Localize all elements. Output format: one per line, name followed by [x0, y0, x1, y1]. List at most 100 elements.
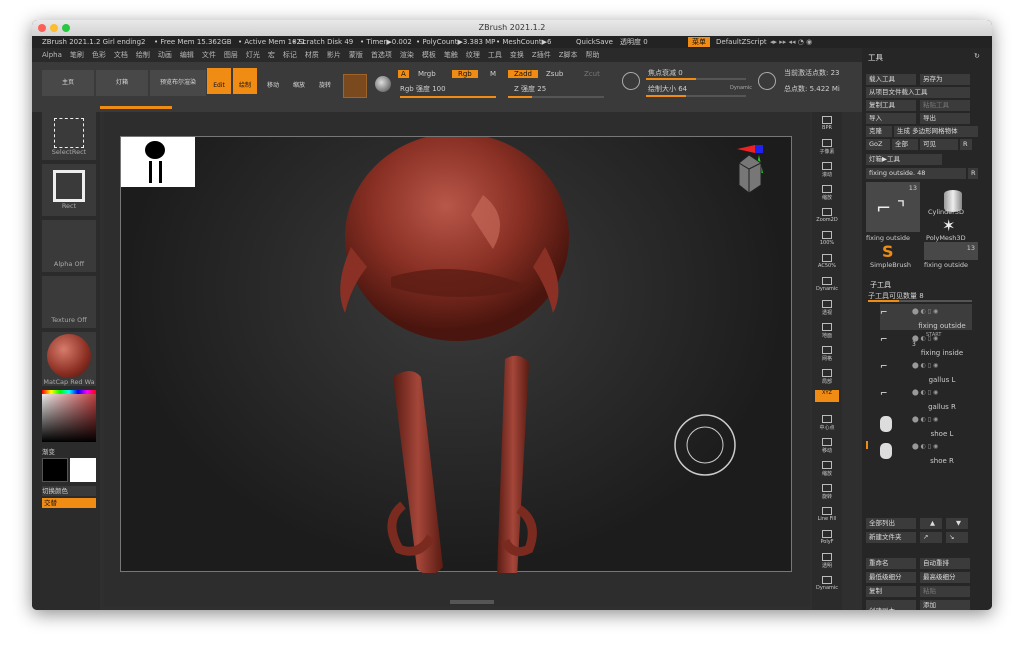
subtool-item-0[interactable]: fixing outside [896, 322, 988, 330]
stroke-icon[interactable] [375, 76, 391, 92]
menu-item-16[interactable]: 渲染 [400, 51, 414, 59]
shelf-button-16[interactable]: 旋转 [815, 482, 839, 506]
menu-item-1[interactable]: 笔刷 [70, 51, 84, 59]
subtool-visibility-icon[interactable]: ⬤ ◐ ▯ ◉ [912, 335, 972, 342]
menu-item-22[interactable]: Z插件 [532, 51, 551, 59]
subtool-visibility-icon[interactable]: ⬤ ◐ ▯ ◉ [912, 362, 972, 369]
subtool-item-4[interactable]: shoe L [896, 430, 988, 438]
m-button[interactable]: M [490, 70, 496, 78]
paste-tool-button[interactable]: 粘贴工具 [920, 100, 970, 111]
subtool-item-5[interactable]: shoe R [896, 457, 988, 465]
paste-button[interactable]: 粘贴 [920, 586, 970, 597]
menu-item-12[interactable]: 材质 [305, 51, 319, 59]
zadd-button[interactable]: Zadd [508, 70, 538, 78]
duplicate-button[interactable]: 复制 [866, 586, 916, 597]
viewport-area[interactable] [120, 136, 792, 573]
subtool-visibility-icon[interactable]: ⬤ ◐ ▯ ◉ [912, 389, 972, 396]
menu-item-23[interactable]: Z脚本 [559, 51, 578, 59]
move-down-button[interactable]: ▼ [946, 518, 968, 529]
append-button[interactable]: 添加 [920, 600, 970, 610]
layout-icons[interactable]: ◂▸ ▸▸ ◂◂ ◔ ◉ [770, 36, 812, 48]
menu-item-5[interactable]: 动画 [158, 51, 172, 59]
close-window-icon[interactable] [38, 24, 46, 32]
subtool-thumb-2[interactable]: ⌐ [880, 362, 892, 378]
shelf-button-3[interactable]: 缩放 [815, 183, 839, 207]
subtool-item-1[interactable]: fixing inside [896, 349, 988, 357]
menu-item-6[interactable]: 编辑 [180, 51, 194, 59]
menu-item-18[interactable]: 笔触 [444, 51, 458, 59]
default-zscript-button[interactable]: DefaultZScript [716, 36, 767, 48]
make-polymesh-button[interactable]: 生成 多边形网格物体 [894, 126, 978, 137]
hue-strip[interactable] [42, 390, 96, 394]
symmetry-icon[interactable] [758, 72, 776, 90]
shelf-button-9[interactable]: 地面 [815, 321, 839, 345]
menu-button[interactable]: 菜单 [688, 37, 710, 47]
menu-item-20[interactable]: 工具 [488, 51, 502, 59]
draw-button[interactable]: 绘制 [233, 68, 257, 94]
goz-r-button[interactable]: R [960, 139, 972, 150]
subtool-thumb-3[interactable]: ⌐ [880, 389, 892, 405]
load-from-project-button[interactable]: 从项目文件载入工具 [866, 87, 970, 98]
tool-thumb-fixing-outside-2[interactable]: 13 [924, 242, 978, 260]
lightbox-button[interactable]: 灯箱 [96, 70, 148, 96]
current-tool-r-button[interactable]: R [968, 168, 978, 179]
shelf-button-8[interactable]: 透视 [815, 298, 839, 322]
subtool-scroll-indicator[interactable] [866, 441, 868, 449]
simplebrush-icon[interactable]: S [882, 242, 894, 261]
move-up-button[interactable]: ▲ [920, 518, 942, 529]
clone-button[interactable]: 克隆 [866, 126, 892, 137]
menu-item-3[interactable]: 文档 [114, 51, 128, 59]
shelf-button-7[interactable]: Dynamic [815, 275, 839, 299]
highest-res-button[interactable]: 最高级细分 [920, 572, 970, 583]
subtool-thumb-0[interactable]: ⌐ [880, 308, 892, 324]
refresh-icon[interactable]: ↻ [974, 52, 980, 60]
menu-item-4[interactable]: 绘制 [136, 51, 150, 59]
save-as-button[interactable]: 另存为 [920, 74, 970, 85]
maximize-window-icon[interactable] [62, 24, 70, 32]
main-color-swatch[interactable] [42, 458, 68, 482]
lightbox-tools-button[interactable]: 灯箱▶工具 [866, 154, 942, 165]
menu-item-0[interactable]: Alpha [42, 51, 62, 59]
goz-button[interactable]: GoZ [866, 139, 890, 150]
shelf-button-13[interactable]: 中心点 [815, 413, 839, 437]
alternate-button[interactable]: 交替 [42, 498, 96, 508]
rename-button[interactable]: 重命名 [866, 558, 916, 569]
current-tool-slider[interactable]: fixing outside. 48 [866, 168, 966, 179]
shelf-button-0[interactable]: BPR [815, 114, 839, 138]
lowest-res-button[interactable]: 最低级细分 [866, 572, 916, 583]
list-all-button[interactable]: 全部列出 [866, 518, 916, 529]
mrgb-button[interactable]: Mrgb [418, 70, 436, 78]
menu-item-8[interactable]: 图层 [224, 51, 238, 59]
material-swatch[interactable] [343, 74, 367, 98]
transparency-slider[interactable]: 透明度 0 [620, 36, 648, 48]
rgb-intensity-slider[interactable]: Rgb 强度 100 [400, 84, 446, 94]
preview-bool-button[interactable]: 预览布尔渲染 [150, 70, 206, 96]
goz-visible-button[interactable]: 可见 [920, 139, 958, 150]
selectrect-brush[interactable]: SelectRect [42, 112, 96, 160]
move-button[interactable]: 移动 [261, 68, 285, 94]
minimize-window-icon[interactable] [50, 24, 58, 32]
alpha-slot[interactable]: Alpha Off [42, 220, 96, 272]
arrow-down-right-icon[interactable]: ↘ [946, 532, 968, 543]
rgb-intensity-track[interactable] [400, 96, 496, 98]
shelf-button-1[interactable]: 子像素 [815, 137, 839, 161]
document-canvas[interactable] [104, 112, 810, 606]
draw-size-slider[interactable]: 绘制大小 64 [648, 84, 687, 94]
menu-item-19[interactable]: 纹理 [466, 51, 480, 59]
shelf-button-19[interactable]: 透明 [815, 551, 839, 575]
export-button[interactable]: 导出 [920, 113, 970, 124]
secondary-color-swatch[interactable] [70, 458, 96, 482]
focal-shift-slider[interactable]: 焦点衰减 0 [648, 68, 683, 78]
switch-color-button[interactable]: 切换颜色 [42, 486, 96, 496]
menu-item-14[interactable]: 蒙版 [349, 51, 363, 59]
shelf-button-15[interactable]: 缩放 [815, 459, 839, 483]
subtool-thumb-1[interactable]: ⌐ [880, 335, 892, 351]
tool-thumb-fixing-outside[interactable]: 13 ⌐ ⌝ [866, 182, 920, 232]
shelf-button-4[interactable]: Zoom2D [815, 206, 839, 230]
scale-button[interactable]: 缩放 [287, 68, 311, 94]
rgb-button[interactable]: Rgb [452, 70, 478, 78]
dynamic-toggle[interactable]: Dynamic [730, 85, 752, 91]
menu-item-13[interactable]: 影片 [327, 51, 341, 59]
rotate-button[interactable]: 旋转 [313, 68, 337, 94]
copy-tool-button[interactable]: 复制工具 [866, 100, 916, 111]
